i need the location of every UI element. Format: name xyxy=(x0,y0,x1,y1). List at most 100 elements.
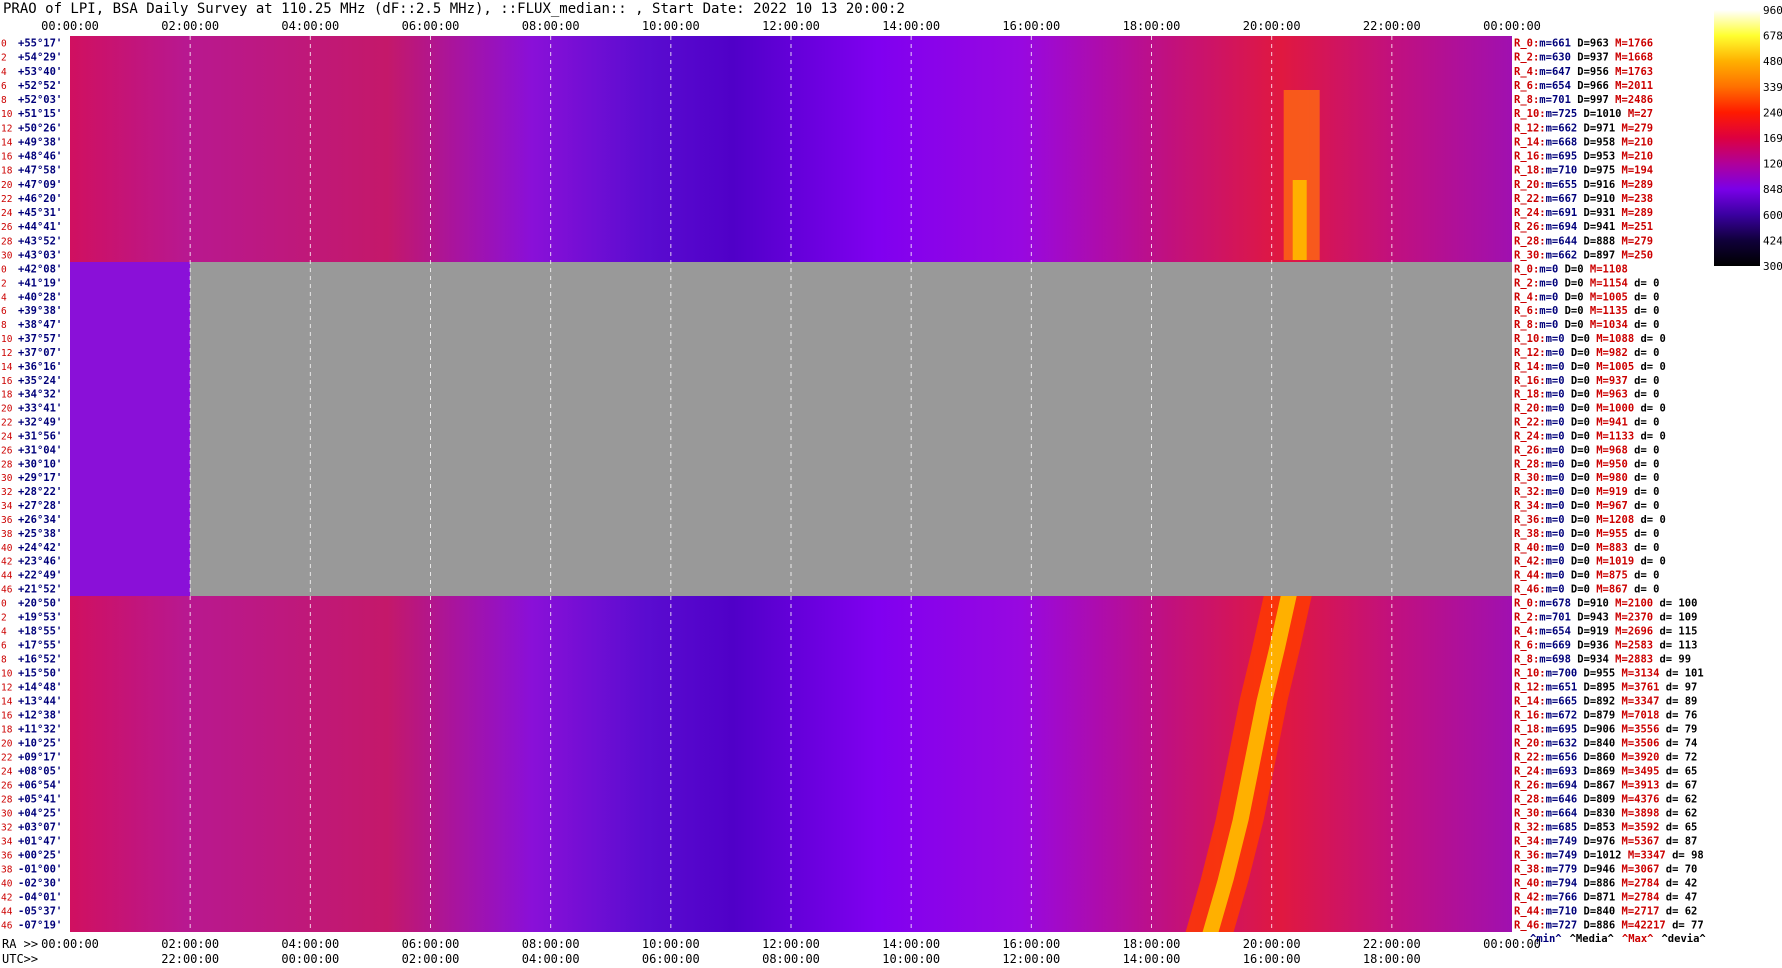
dec-label: +18°55' xyxy=(18,626,62,638)
stats-row: R_6:m=0 D=0 M=1135 d= 0 xyxy=(1514,305,1659,317)
stats-row: R_16:m=695 D=953 M=210 xyxy=(1514,151,1653,163)
dec-index: 38 xyxy=(1,529,13,540)
top-tick-label: 14:00:00 xyxy=(882,19,940,33)
dec-index: 26 xyxy=(1,222,13,233)
stats-row: R_22:m=656 D=860 M=3920 d= 72 xyxy=(1514,752,1697,764)
stats-row: R_12:m=651 D=895 M=3761 d= 97 xyxy=(1514,682,1697,694)
dec-label: -01°00' xyxy=(18,864,62,876)
stats-row: R_2:m=630 D=937 M=1668 xyxy=(1514,52,1653,64)
stats-row: R_24:m=0 D=0 M=1133 d= 0 xyxy=(1514,430,1666,442)
utc-tick-label: 04:00:00 xyxy=(522,952,580,966)
stats-row: R_36:m=0 D=0 M=1208 d= 0 xyxy=(1514,514,1666,526)
dec-index: 2 xyxy=(1,278,7,289)
stats-row: R_10:m=0 D=0 M=1088 d= 0 xyxy=(1514,333,1666,345)
ra-axis-label: RA >> xyxy=(2,937,38,951)
colorbar-label: 9600.0 xyxy=(1763,4,1782,17)
top-tick-label: 02:00:00 xyxy=(161,19,219,33)
top-tick-label: 00:00:00 xyxy=(1483,19,1541,33)
stats-row: R_24:m=693 D=869 M=3495 d= 65 xyxy=(1514,766,1697,778)
stats-row: R_26:m=0 D=0 M=968 d= 0 xyxy=(1514,444,1659,456)
stats-row: R_10:m=700 D=955 M=3134 d= 101 xyxy=(1514,668,1704,680)
stats-row: R_6:m=669 D=936 M=2583 d= 113 xyxy=(1514,640,1697,652)
stats-row: R_14:m=0 D=0 M=1005 d= 0 xyxy=(1514,361,1666,373)
dec-label: +44°41' xyxy=(18,221,62,233)
dec-index: 20 xyxy=(1,180,13,191)
utc-tick-label: 06:00:00 xyxy=(642,952,700,966)
top-tick-label: 06:00:00 xyxy=(402,19,460,33)
source-top-core xyxy=(1292,180,1307,260)
dec-index: 18 xyxy=(1,725,13,736)
dec-label: +38°47' xyxy=(18,319,62,331)
dec-label: +55°17' xyxy=(18,38,62,50)
dec-label: +13°44' xyxy=(18,696,62,708)
dec-index: 46 xyxy=(1,921,13,932)
dec-label: +35°24' xyxy=(18,375,62,387)
dec-label: +00°25' xyxy=(18,850,62,862)
dec-label: +24°42' xyxy=(18,542,62,554)
dec-index: 4 xyxy=(1,627,7,638)
dec-index: 24 xyxy=(1,208,13,219)
colorbar-label: 1200.0 xyxy=(1763,158,1782,171)
dec-index: 12 xyxy=(1,123,12,134)
dec-label: +33°41' xyxy=(18,403,62,415)
ra-tick-label: 16:00:00 xyxy=(1002,937,1060,951)
dec-label: +11°32' xyxy=(18,724,62,736)
dec-index: 4 xyxy=(1,292,7,303)
dec-label: +31°56' xyxy=(18,430,62,442)
dec-label: +47°58' xyxy=(18,165,62,177)
dec-label: +25°38' xyxy=(18,528,62,540)
dec-label: +20°50' xyxy=(18,598,62,610)
dec-index: 10 xyxy=(1,334,13,345)
declination-axis: 0 +55°17' 2 +54°29' 4 +53°40' 6 +52°52' 8 +52°03'… xyxy=(1,38,62,932)
stats-row: R_30:m=664 D=830 M=3898 d= 62 xyxy=(1514,808,1697,820)
heatmap-block-middle-data xyxy=(70,262,191,596)
dec-index: 22 xyxy=(1,753,12,764)
dec-label: +10°25' xyxy=(18,738,62,750)
dec-label: +12°38' xyxy=(18,710,62,722)
stats-row: R_18:m=710 D=975 M=194 xyxy=(1514,165,1653,177)
dec-index: 42 xyxy=(1,893,12,904)
dec-label: +43°03' xyxy=(18,249,62,261)
dec-index: 44 xyxy=(1,907,13,918)
dec-label: +17°55' xyxy=(18,640,62,652)
stats-row: R_46:m=727 D=886 M=42217 d= 77 xyxy=(1514,920,1704,932)
dec-label: +28°22' xyxy=(18,486,62,498)
stats-row: R_16:m=672 D=879 M=7018 d= 76 xyxy=(1514,710,1697,722)
colorbar-label: 1697.1 xyxy=(1763,132,1782,145)
stats-row: R_24:m=691 D=931 M=289 xyxy=(1514,207,1653,219)
stats-row: R_4:m=654 D=919 M=2696 d= 115 xyxy=(1514,626,1697,638)
dec-index: 32 xyxy=(1,487,12,498)
ra-tick-label: 08:00:00 xyxy=(522,937,580,951)
top-tick-label: 08:00:00 xyxy=(522,19,580,33)
dec-index: 16 xyxy=(1,152,13,163)
stats-row: R_44:m=710 D=840 M=2717 d= 62 xyxy=(1514,906,1697,918)
colorbar-label: 3394.1 xyxy=(1763,81,1782,94)
dec-label: +01°47' xyxy=(18,836,62,848)
utc-axis-label: UTC>> xyxy=(2,952,38,966)
dec-label: +41°19' xyxy=(18,277,62,289)
dec-label: +23°46' xyxy=(18,556,62,568)
dec-label: +04°25' xyxy=(18,808,62,820)
stats-row: R_6:m=654 D=966 M=2011 xyxy=(1514,80,1653,92)
dec-label: +29°17' xyxy=(18,472,62,484)
dec-index: 8 xyxy=(1,95,7,106)
dec-label: +03°07' xyxy=(18,822,62,834)
ra-tick-label: 20:00:00 xyxy=(1243,937,1301,951)
ra-tick-label: 04:00:00 xyxy=(281,937,339,951)
dec-index: 26 xyxy=(1,781,13,792)
top-tick-label: 00:00:00 xyxy=(41,19,99,33)
stats-row: R_40:m=0 D=0 M=883 d= 0 xyxy=(1514,542,1659,554)
dec-index: 8 xyxy=(1,320,7,331)
stats-row: R_38:m=779 D=946 M=3067 d= 70 xyxy=(1514,864,1697,876)
dec-label: +32°49' xyxy=(18,417,62,429)
dec-index: 40 xyxy=(1,879,13,890)
stats-row: R_8:m=701 D=997 M=2486 xyxy=(1514,94,1653,106)
dec-label: +31°04' xyxy=(18,444,62,456)
dec-index: 0 xyxy=(1,264,7,275)
stats-row: R_8:m=0 D=0 M=1034 d= 0 xyxy=(1514,319,1659,331)
top-tick-label: 20:00:00 xyxy=(1243,19,1301,33)
dec-index: 20 xyxy=(1,404,13,415)
stats-row: R_46:m=0 D=0 M=867 d= 0 xyxy=(1514,584,1659,596)
stats-row: R_22:m=0 D=0 M=941 d= 0 xyxy=(1514,417,1659,429)
dec-index: 12 xyxy=(1,683,12,694)
